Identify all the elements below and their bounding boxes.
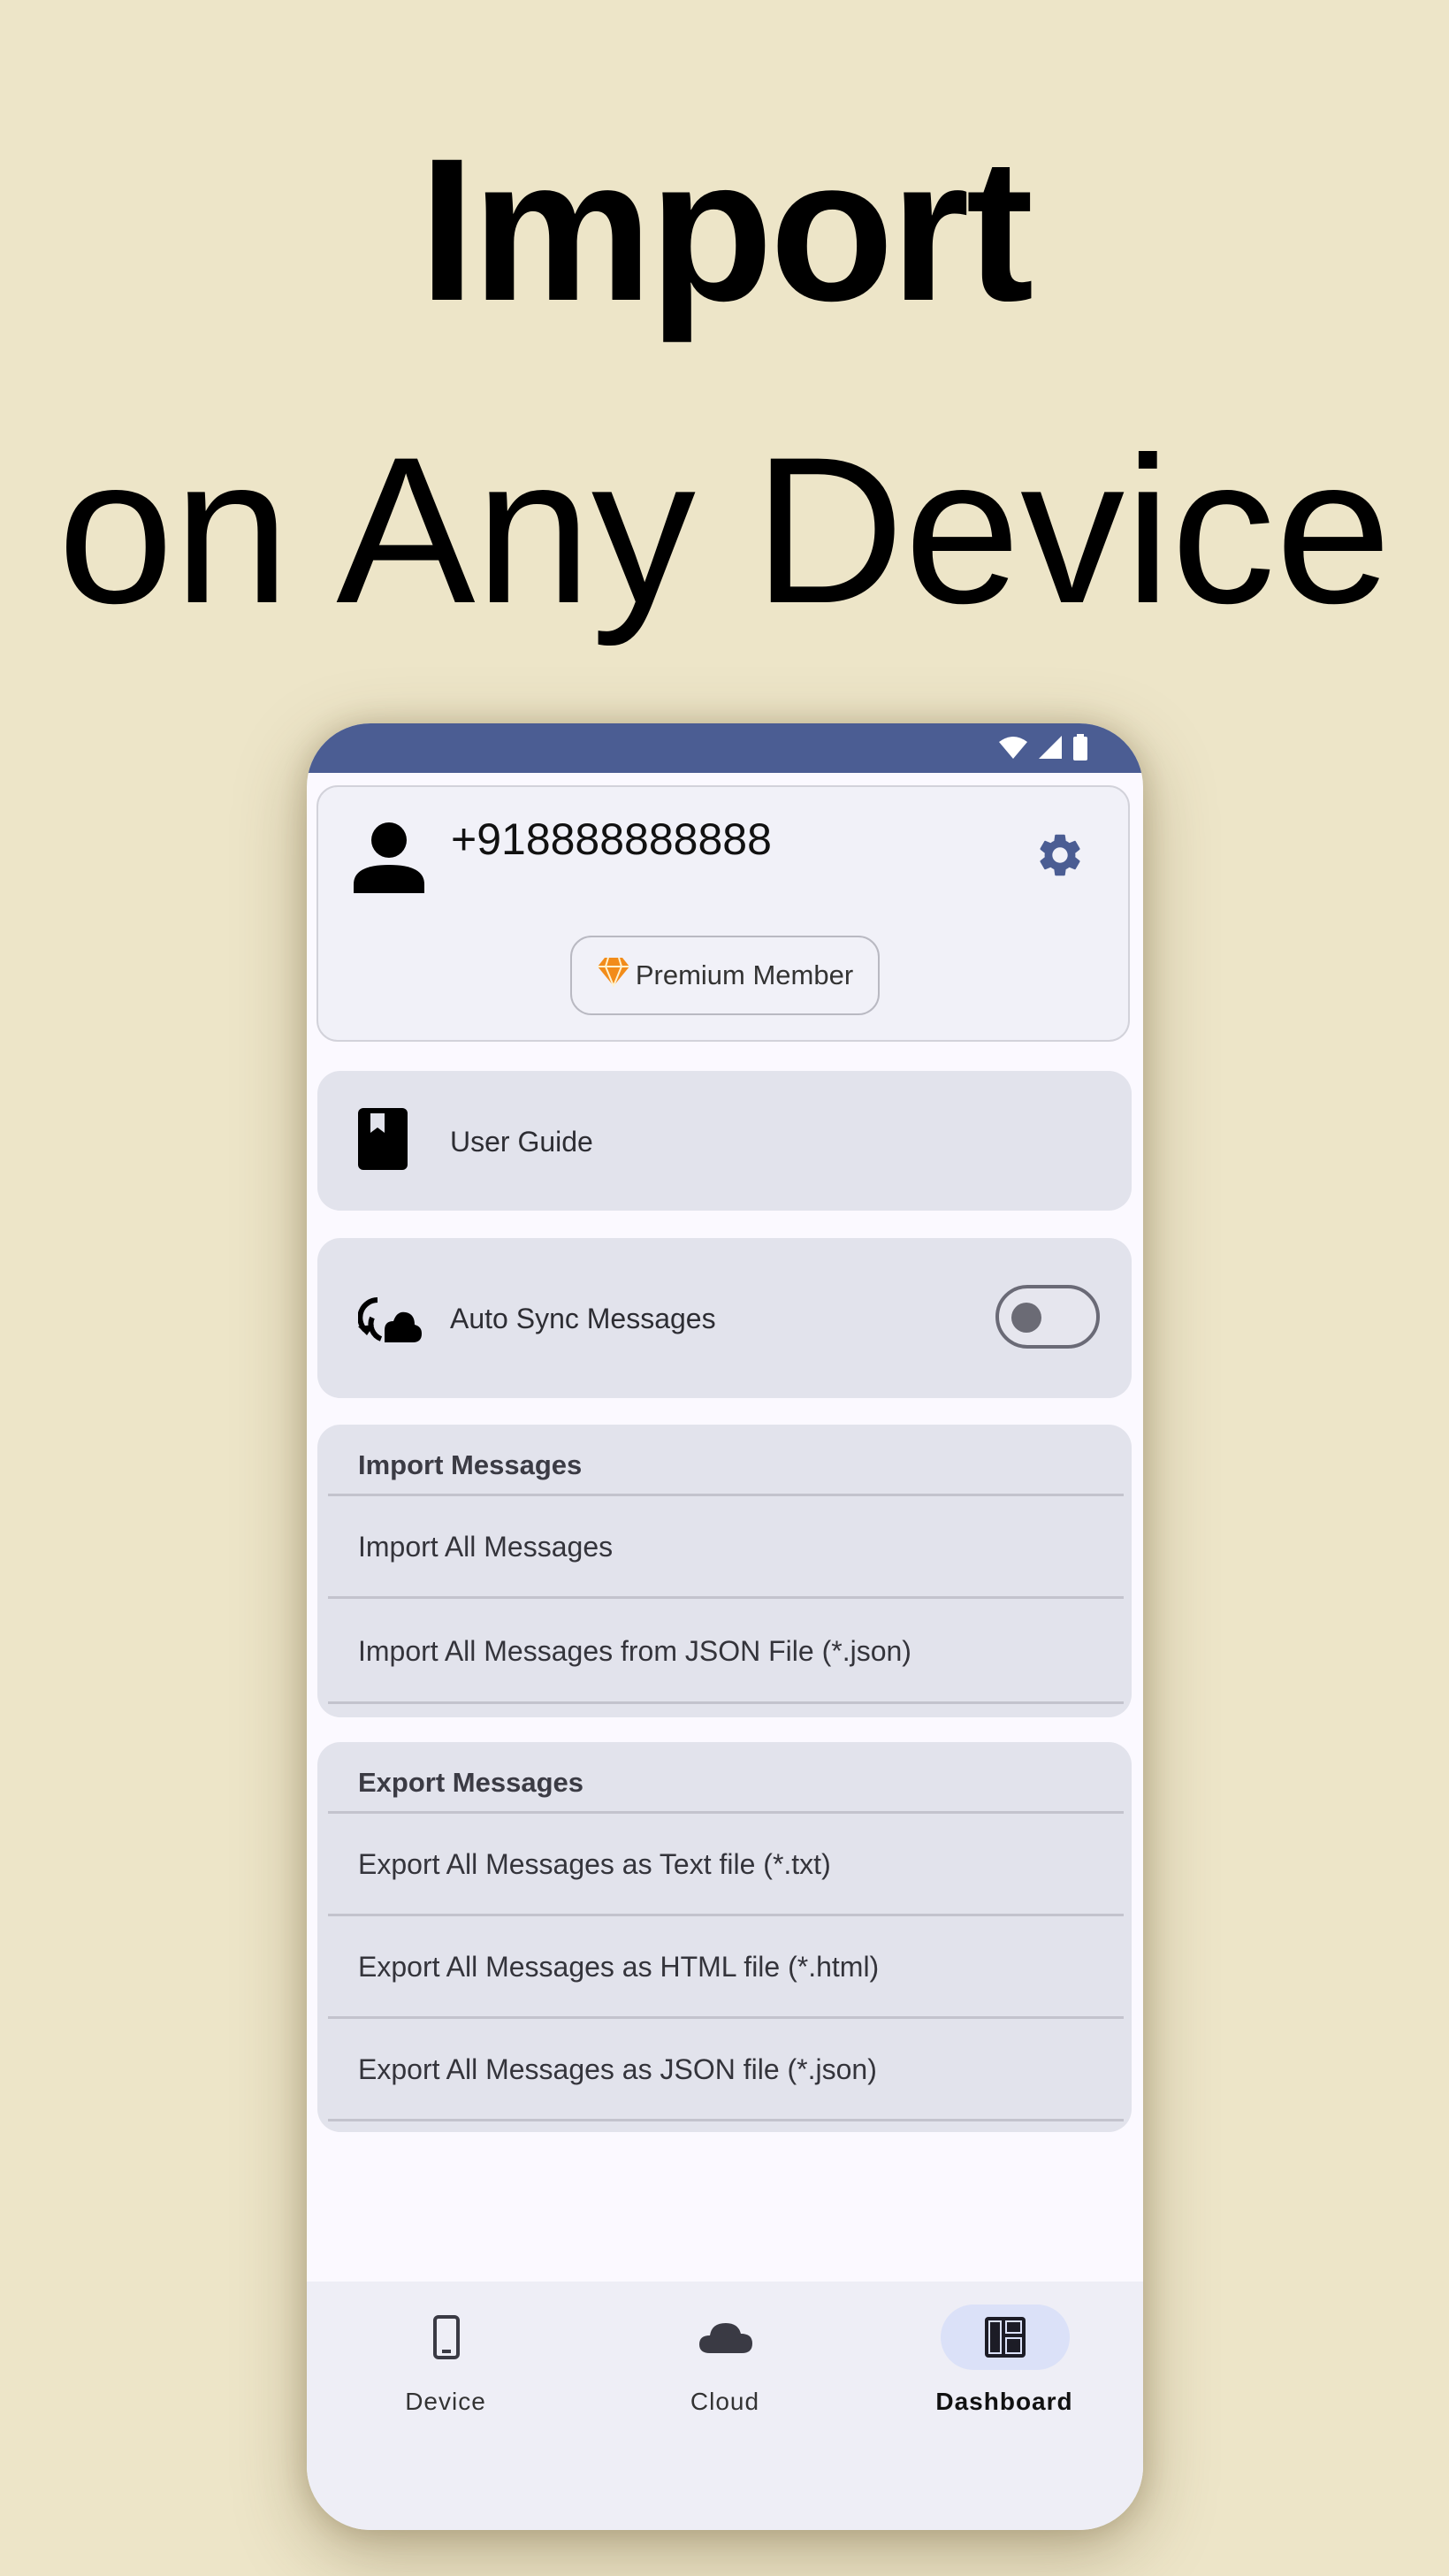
phone-icon <box>382 2305 511 2370</box>
export-html-item[interactable]: Export All Messages as HTML file (*.html… <box>358 1951 879 1984</box>
cloud-sync-icon <box>357 1291 422 1349</box>
nav-dashboard-label: Dashboard <box>935 2388 1073 2415</box>
divider <box>328 1811 1124 1814</box>
premium-member-label: Premium Member <box>635 959 854 990</box>
nav-cloud[interactable]: Cloud <box>610 2282 840 2458</box>
headline-title: Import <box>418 116 1034 343</box>
import-json-item[interactable]: Import All Messages from JSON File (*.js… <box>358 1635 911 1668</box>
user-guide-card[interactable]: User Guide <box>317 1071 1132 1211</box>
nav-device[interactable]: Device <box>331 2282 561 2458</box>
dashboard-icon <box>941 2305 1070 2370</box>
import-messages-section: Import Messages Import All Messages Impo… <box>317 1425 1132 1717</box>
headline-subtitle: on Any Device <box>57 414 1392 647</box>
phone-frame: +918888888888 Premium Member User Guide <box>307 723 1143 2530</box>
book-icon <box>358 1108 408 1174</box>
nav-device-label: Device <box>405 2388 486 2415</box>
import-section-title: Import Messages <box>358 1449 583 1480</box>
cloud-icon <box>661 2305 790 2370</box>
auto-sync-toggle[interactable] <box>995 1285 1100 1349</box>
bottom-navigation: Device Cloud Dashboard <box>307 2282 1143 2530</box>
phone-number: +918888888888 <box>451 814 772 864</box>
person-icon <box>354 821 424 898</box>
export-section-title: Export Messages <box>358 1767 583 1798</box>
divider <box>328 1914 1124 1916</box>
export-json-item[interactable]: Export All Messages as JSON file (*.json… <box>358 2053 877 2086</box>
nav-dashboard[interactable]: Dashboard <box>889 2282 1119 2458</box>
nav-cloud-label: Cloud <box>690 2388 760 2415</box>
profile-card: +918888888888 Premium Member <box>316 785 1130 1042</box>
divider <box>328 1494 1124 1496</box>
divider <box>328 2016 1124 2019</box>
battery-icon <box>1072 734 1088 765</box>
premium-member-badge[interactable]: Premium Member <box>570 936 880 1015</box>
export-txt-item[interactable]: Export All Messages as Text file (*.txt) <box>358 1848 831 1881</box>
toggle-knob <box>1011 1303 1041 1333</box>
user-guide-label: User Guide <box>450 1126 593 1158</box>
auto-sync-label: Auto Sync Messages <box>450 1303 716 1334</box>
import-all-messages-item[interactable]: Import All Messages <box>358 1531 613 1563</box>
cell-signal-icon <box>1037 735 1064 764</box>
gear-icon[interactable] <box>1034 829 1086 885</box>
diamond-icon <box>597 957 630 994</box>
status-bar <box>307 723 1143 773</box>
auto-sync-card: Auto Sync Messages <box>317 1238 1132 1398</box>
divider <box>328 2119 1124 2121</box>
divider <box>328 1701 1124 1704</box>
wifi-icon <box>998 735 1028 764</box>
divider <box>328 1596 1124 1599</box>
export-messages-section: Export Messages Export All Messages as T… <box>317 1742 1132 2132</box>
